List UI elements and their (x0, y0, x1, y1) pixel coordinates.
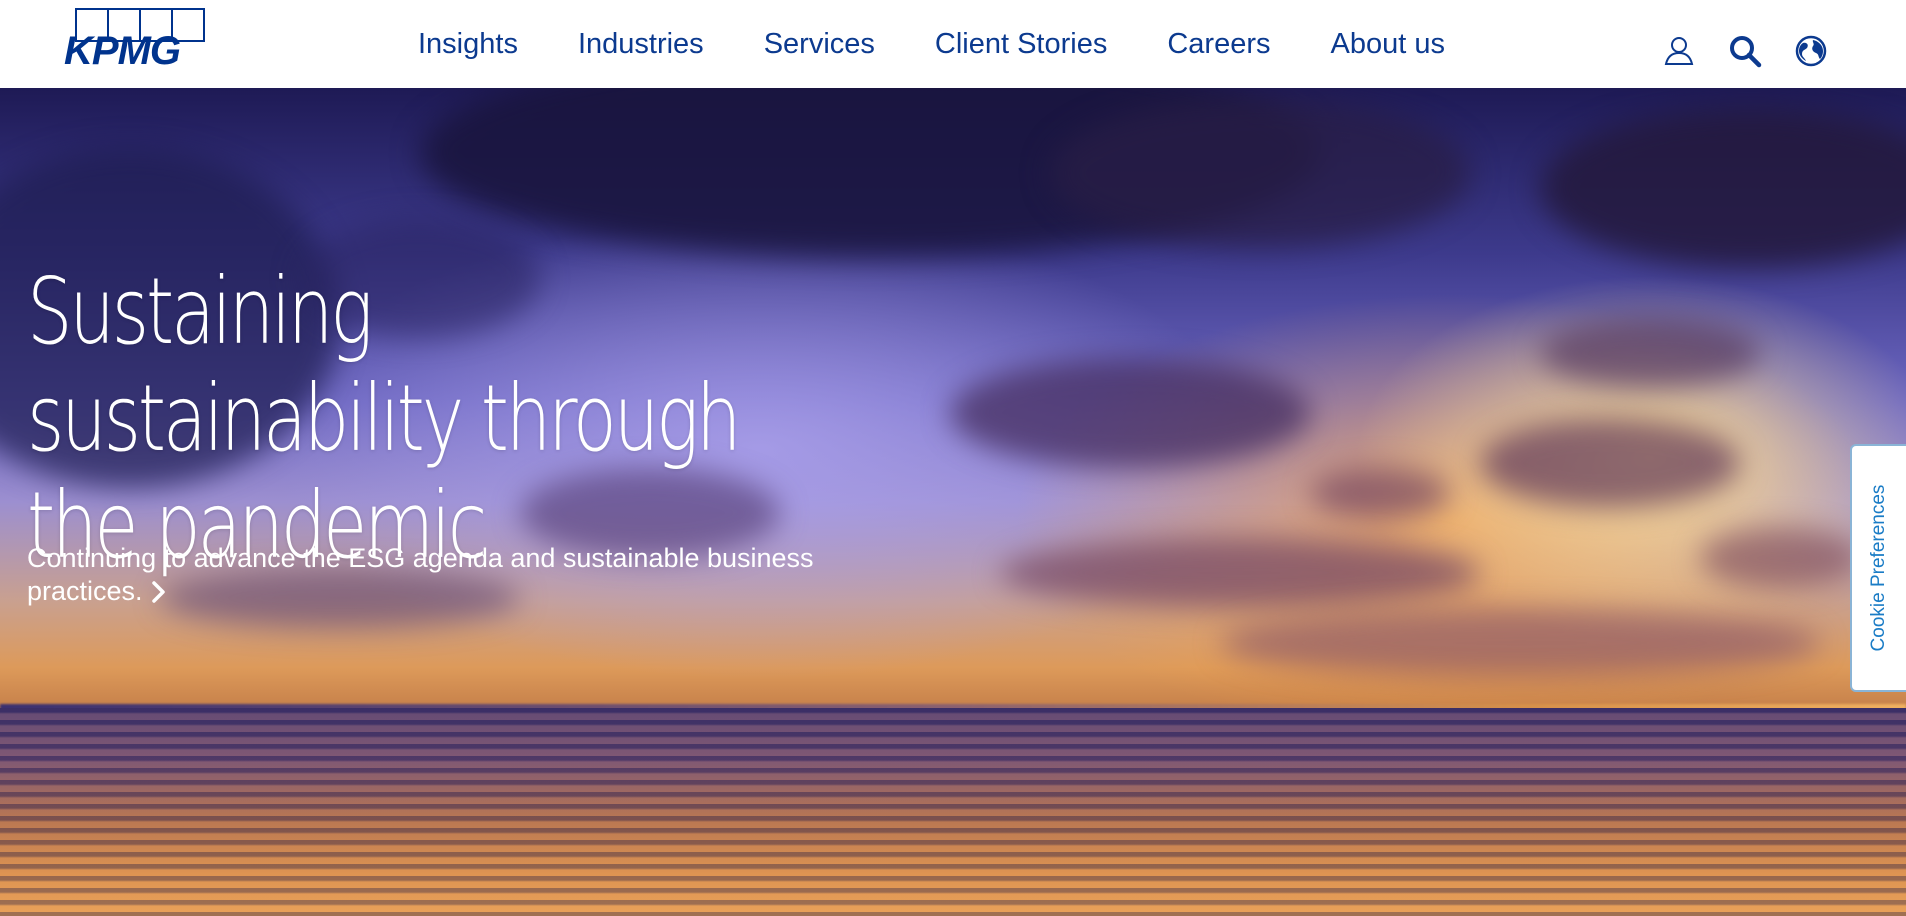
nav-client-stories[interactable]: Client Stories (935, 29, 1107, 59)
nav-about-us[interactable]: About us (1331, 29, 1445, 59)
nav-industries[interactable]: Industries (578, 29, 704, 59)
user-icon[interactable] (1662, 34, 1696, 68)
main-nav: Insights Industries Services Client Stor… (418, 0, 1445, 88)
nav-services[interactable]: Services (764, 29, 875, 59)
nav-careers[interactable]: Careers (1167, 29, 1270, 59)
cookie-preferences-label: Cookie Preferences (1868, 484, 1889, 652)
globe-icon[interactable] (1794, 34, 1828, 68)
chevron-right-icon (151, 578, 167, 603)
hero-subtitle: Continuing to advance the ESG agenda and… (27, 543, 814, 606)
kpmg-logo-mark: KPMG (64, 8, 205, 73)
nav-insights[interactable]: Insights (418, 29, 518, 59)
cookie-preferences-tab[interactable]: Cookie Preferences (1850, 444, 1906, 692)
hero-subtitle-link[interactable]: Continuing to advance the ESG agenda and… (27, 542, 927, 608)
kpmg-logo[interactable]: KPMG (64, 8, 224, 74)
kpmg-wordmark: KPMG (64, 29, 180, 73)
search-icon[interactable] (1728, 34, 1762, 68)
hero-banner: Sustaining sustainability through the pa… (0, 88, 1906, 916)
header-utility-icons (1630, 34, 1828, 68)
site-header: KPMG Insights Industries Services Client… (0, 0, 1906, 88)
hero-title: Sustaining sustainability through the pa… (27, 258, 741, 579)
